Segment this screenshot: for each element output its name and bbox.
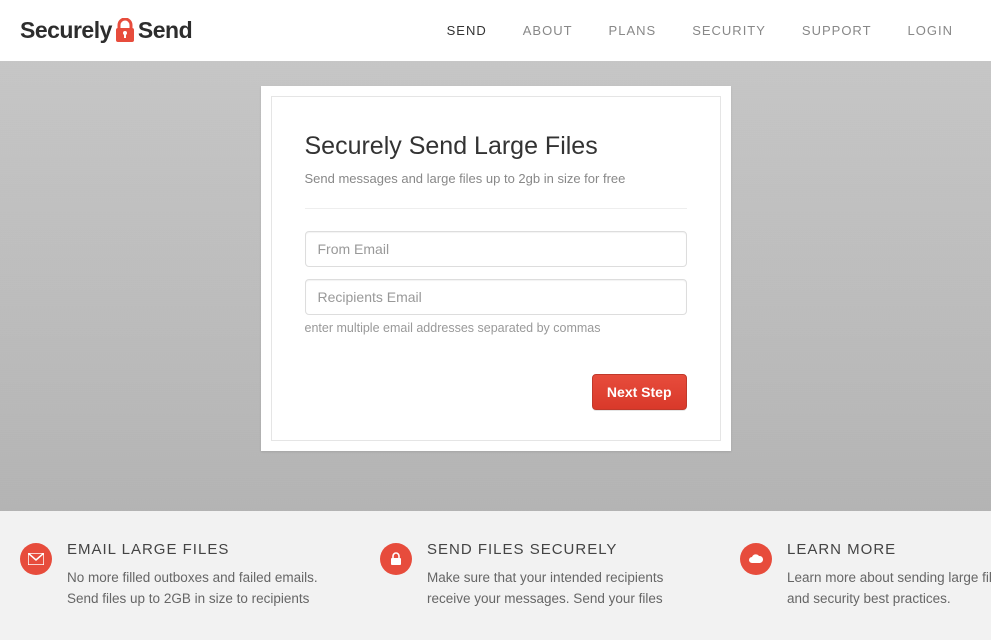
lock-icon [114, 18, 136, 44]
nav-support[interactable]: SUPPORT [784, 3, 890, 58]
feature-learn-more: LEARN MORE Learn more about sending larg… [740, 541, 991, 610]
logo-text-right: Send [138, 17, 192, 44]
form-title: Securely Send Large Files [305, 132, 687, 161]
nav-login[interactable]: LOGIN [890, 3, 971, 58]
from-email-input[interactable] [305, 231, 687, 267]
feature-title: SEND FILES SECURELY [427, 541, 710, 558]
hero: Securely Send Large Files Send messages … [0, 61, 991, 511]
recipients-hint: enter multiple email addresses separated… [305, 321, 687, 335]
divider [305, 208, 687, 209]
nav-about[interactable]: ABOUT [505, 3, 591, 58]
feature-body: Learn more about sending large files by … [787, 568, 991, 610]
form-subtitle: Send messages and large files up to 2gb … [305, 171, 687, 186]
nav-send[interactable]: SEND [429, 3, 505, 58]
nav-plans[interactable]: PLANS [591, 3, 675, 58]
feature-title: LEARN MORE [787, 541, 991, 558]
nav: SEND ABOUT PLANS SECURITY SUPPORT LOGIN [429, 3, 971, 58]
topbar: Securely Send SEND ABOUT PLANS SECURITY … [0, 0, 991, 61]
feature-email-large-files: EMAIL LARGE FILES No more filled outboxe… [20, 541, 350, 610]
feature-body: Make sure that your intended recipients … [427, 568, 710, 610]
features-row: EMAIL LARGE FILES No more filled outboxe… [0, 511, 991, 640]
nav-security[interactable]: SECURITY [674, 3, 784, 58]
logo-text-left: Securely [20, 17, 112, 44]
feature-title: EMAIL LARGE FILES [67, 541, 350, 558]
feature-body: No more filled outboxes and failed email… [67, 568, 350, 610]
logo[interactable]: Securely Send [20, 17, 192, 44]
next-step-button[interactable]: Next Step [592, 374, 687, 410]
feature-send-securely: SEND FILES SECURELY Make sure that your … [380, 541, 710, 610]
recipients-email-input[interactable] [305, 279, 687, 315]
envelope-icon [20, 543, 52, 575]
cloud-icon [740, 543, 772, 575]
form-card: Securely Send Large Files Send messages … [261, 86, 731, 451]
lock-solid-icon [380, 543, 412, 575]
